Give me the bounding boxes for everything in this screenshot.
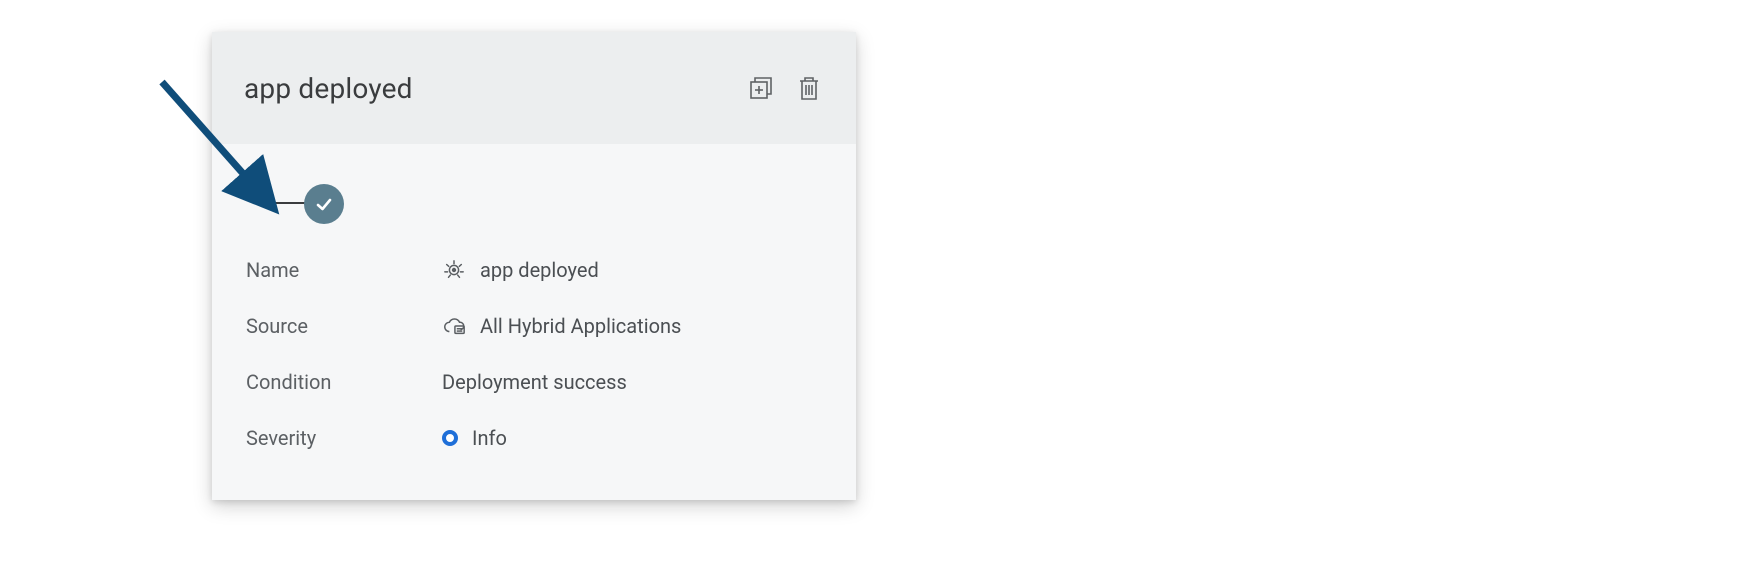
- status-line: [264, 202, 308, 204]
- condition-value: Deployment success: [442, 370, 627, 394]
- source-value: All Hybrid Applications: [480, 314, 681, 338]
- alert-icon: [442, 258, 466, 282]
- trash-icon: [796, 74, 822, 102]
- card-body: Name app deployed: [212, 144, 856, 486]
- card-header: app deployed: [212, 32, 856, 144]
- check-icon: [314, 194, 334, 214]
- name-value-wrap: app deployed: [442, 258, 599, 282]
- row-condition: Condition Deployment success: [246, 354, 822, 410]
- severity-info-icon: [442, 430, 458, 446]
- condition-label: Condition: [246, 370, 442, 394]
- row-name: Name app deployed: [246, 242, 822, 298]
- severity-label: Severity: [246, 426, 442, 450]
- row-source: Source All Hybrid Applications: [246, 298, 822, 354]
- cloud-icon: [442, 314, 466, 338]
- duplicate-button[interactable]: [746, 73, 776, 103]
- name-value: app deployed: [480, 258, 599, 282]
- row-severity: Severity Info: [246, 410, 822, 466]
- alert-card: app deployed: [212, 32, 856, 500]
- source-label: Source: [246, 314, 442, 338]
- severity-value: Info: [472, 426, 507, 450]
- severity-value-wrap: Info: [442, 426, 507, 450]
- status-row: [246, 186, 822, 220]
- source-value-wrap: All Hybrid Applications: [442, 314, 681, 338]
- delete-button[interactable]: [794, 73, 824, 103]
- name-label: Name: [246, 258, 442, 282]
- card-title: app deployed: [244, 72, 413, 105]
- header-actions: [746, 73, 824, 103]
- status-enabled-toggle[interactable]: [304, 184, 344, 224]
- condition-value-wrap: Deployment success: [442, 370, 627, 394]
- duplicate-icon: [748, 75, 774, 101]
